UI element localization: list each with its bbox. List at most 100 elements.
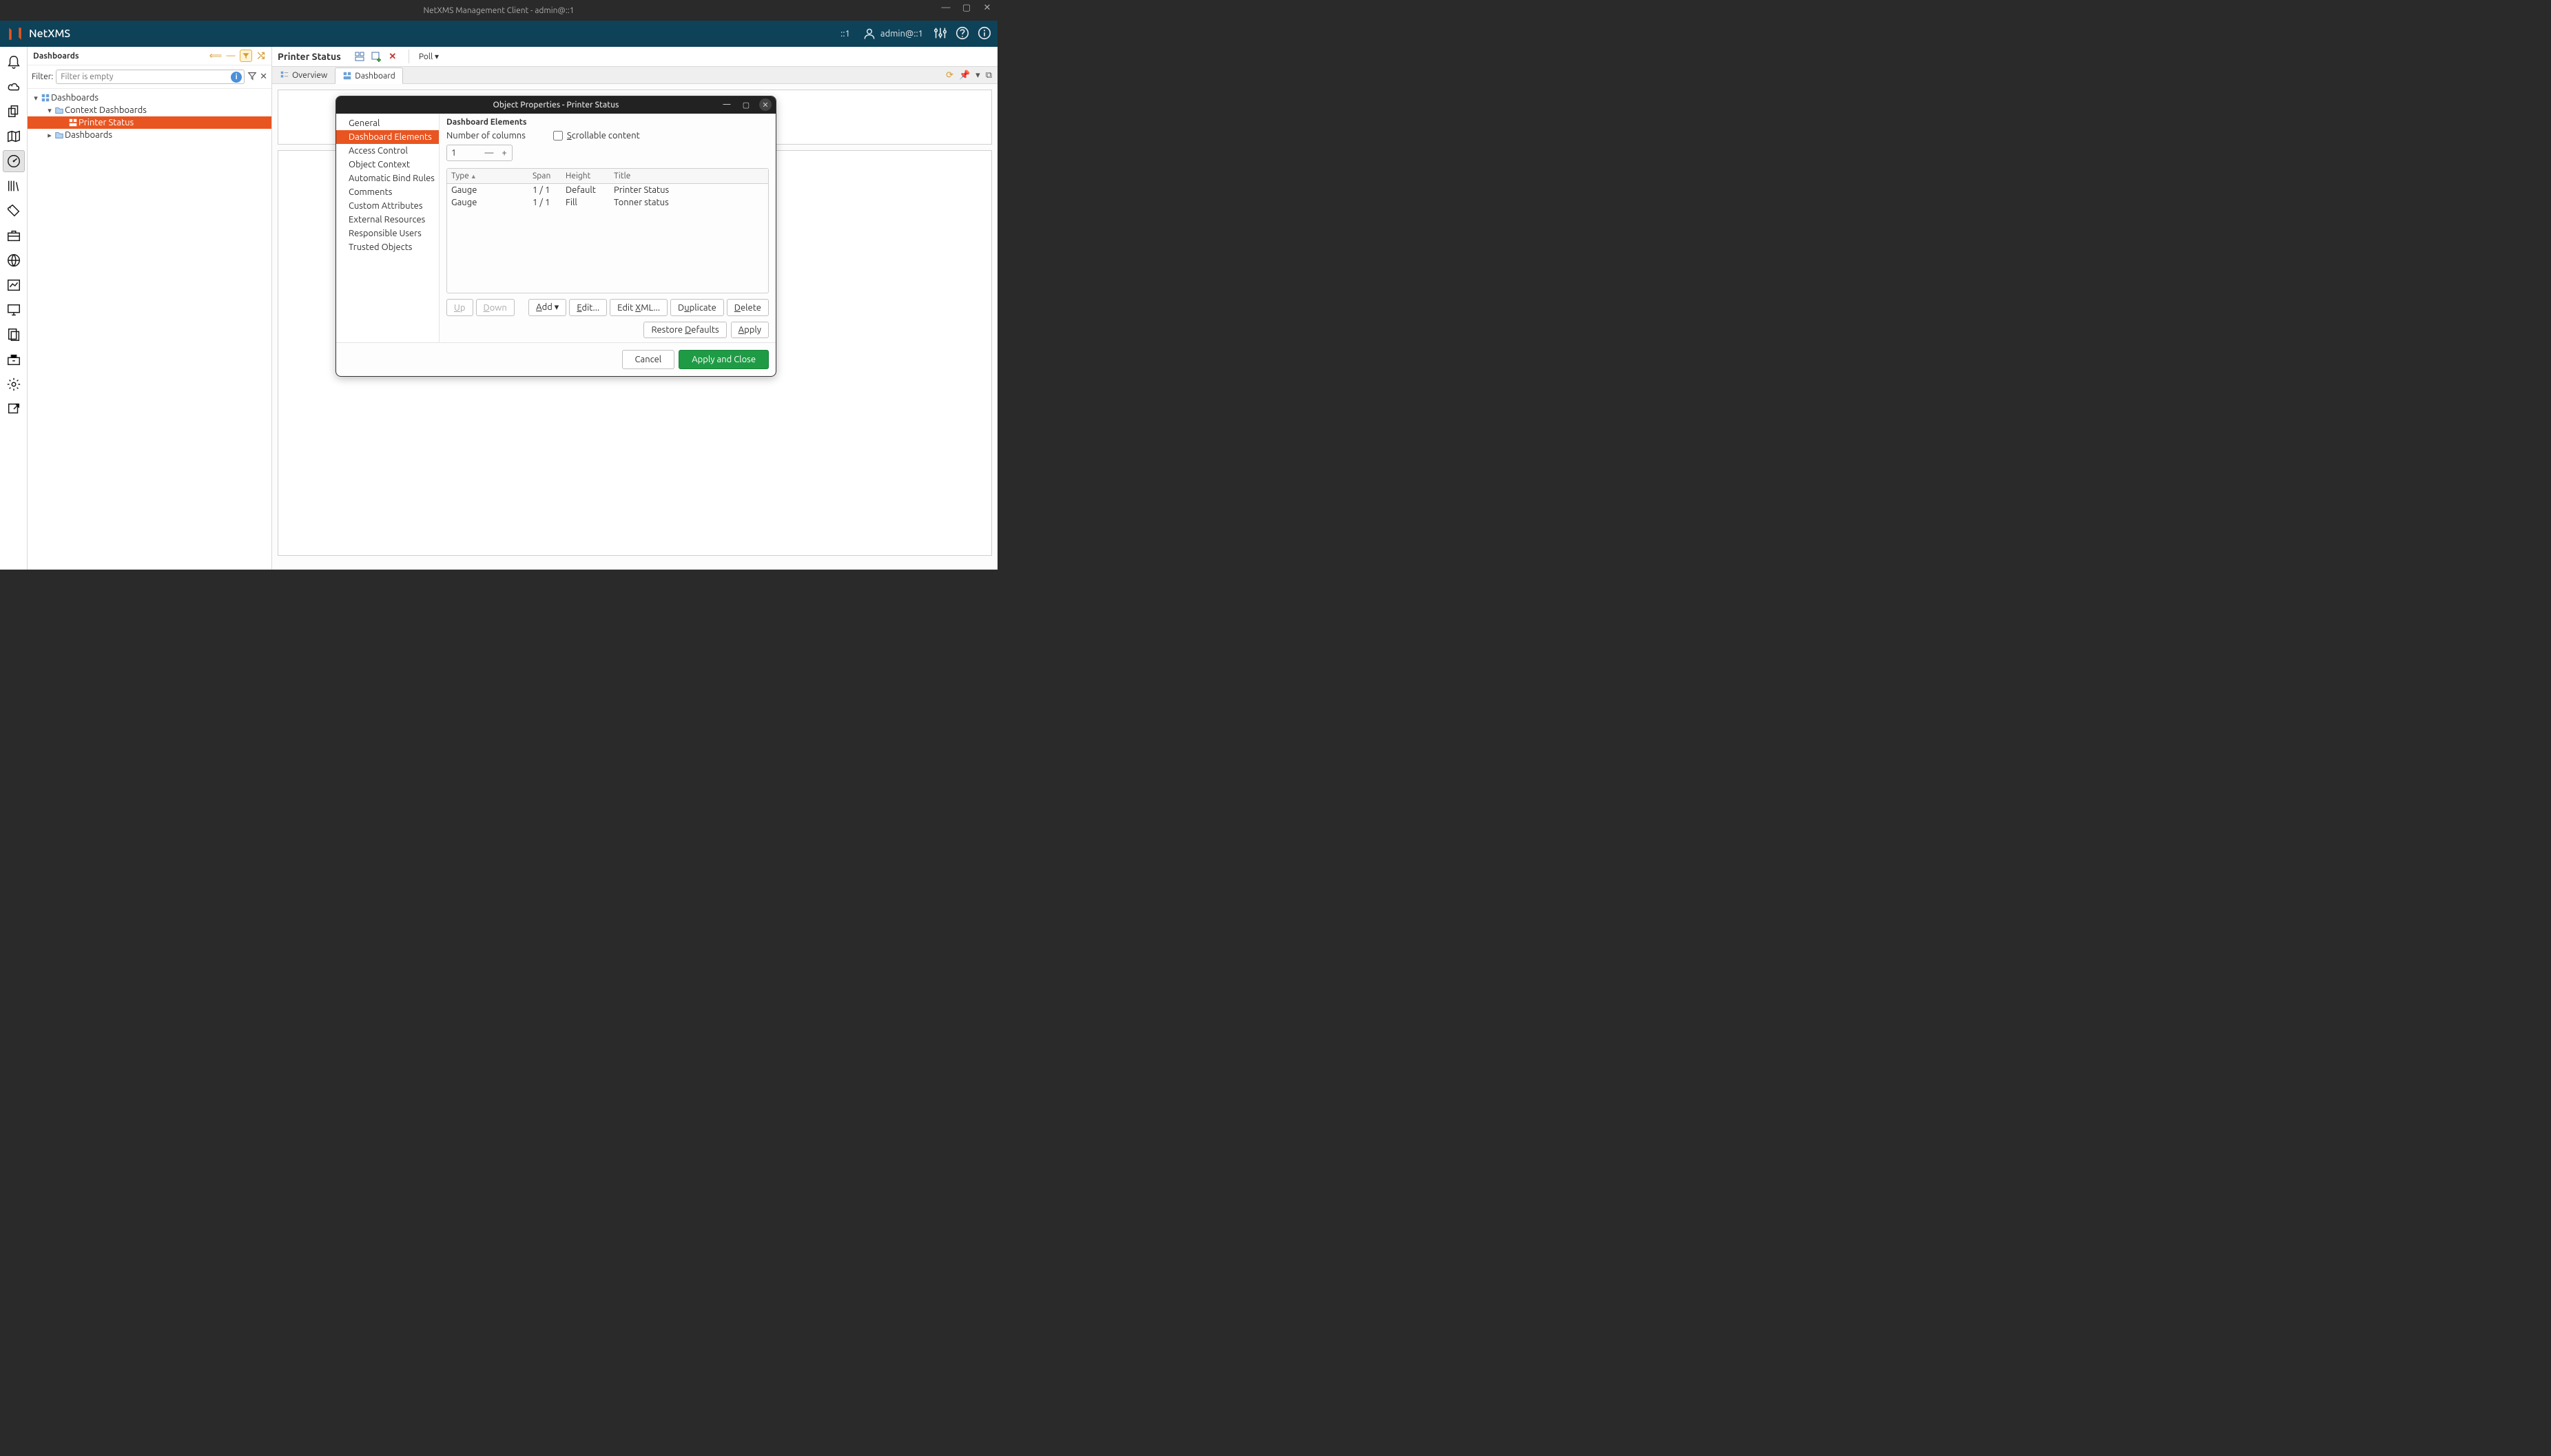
filter-label: Filter: bbox=[32, 72, 53, 81]
tree-row-root[interactable]: ▾ Dashboards bbox=[28, 92, 271, 104]
dialog-maximize-button[interactable]: ▢ bbox=[740, 98, 752, 111]
popout-tab-icon[interactable]: ⧉ bbox=[986, 70, 992, 81]
tab-dashboard-label: Dashboard bbox=[355, 72, 395, 81]
table-row[interactable]: Gauge1 / 1FillTonner status bbox=[447, 196, 768, 209]
delete-button[interactable]: Delete bbox=[727, 299, 769, 316]
tree-row-printer-status[interactable]: Printer Status bbox=[28, 116, 271, 129]
cancel-button[interactable]: Cancel bbox=[622, 350, 675, 369]
down-button[interactable]: Down bbox=[476, 299, 515, 316]
help-icon[interactable] bbox=[955, 25, 970, 43]
properties-nav-item[interactable]: Comments bbox=[336, 185, 439, 199]
globe-icon bbox=[6, 253, 21, 268]
maximize-button[interactable]: ▢ bbox=[960, 3, 973, 13]
nav-tools[interactable] bbox=[3, 349, 25, 371]
link-icon[interactable]: ⤭ bbox=[255, 50, 267, 62]
spinner-up[interactable]: + bbox=[497, 148, 512, 158]
briefcase-icon bbox=[6, 228, 21, 243]
elements-table: Type▲ Span Height Title Gauge1 / 1Defaul… bbox=[446, 168, 769, 293]
poll-menu[interactable]: Poll ▾ bbox=[419, 52, 439, 61]
tree: ▾ Dashboards ▾ Context Dashboards Printe… bbox=[28, 89, 271, 144]
tab-overview-label: Overview bbox=[292, 71, 327, 80]
nav-log[interactable] bbox=[3, 324, 25, 346]
scrollable-checkbox-wrap[interactable]: Scrollable content bbox=[553, 131, 640, 141]
properties-nav-item[interactable]: Object Context bbox=[336, 158, 439, 171]
col-title[interactable]: Title bbox=[610, 169, 768, 183]
dialog-minimize-button[interactable]: — bbox=[721, 98, 733, 111]
duplicate-button[interactable]: Duplicate bbox=[670, 299, 724, 316]
properties-nav-item[interactable]: Responsible Users bbox=[336, 227, 439, 240]
nav-maps[interactable] bbox=[3, 125, 25, 147]
nav-assets[interactable] bbox=[3, 101, 25, 123]
spinner-down[interactable]: — bbox=[482, 148, 497, 158]
up-button[interactable]: Up bbox=[446, 299, 473, 316]
object-properties-dialog: Object Properties - Printer Status — ▢ ✕… bbox=[335, 96, 776, 377]
nav-monitor[interactable] bbox=[3, 299, 25, 321]
nav-graphs[interactable] bbox=[3, 175, 25, 197]
tags-icon bbox=[6, 203, 21, 218]
server-label[interactable]: ::1 bbox=[840, 29, 850, 39]
col-span[interactable]: Span bbox=[528, 169, 561, 183]
restore-defaults-button[interactable]: Restore Defaults bbox=[643, 322, 726, 338]
filter-clear-icon[interactable]: ✕ bbox=[260, 72, 267, 82]
bell-icon bbox=[6, 54, 21, 70]
info-icon[interactable] bbox=[977, 25, 992, 43]
nav-alarms[interactable] bbox=[3, 51, 25, 73]
filter-toggle-icon[interactable] bbox=[240, 50, 252, 62]
dashboards-panel: Dashboards ⟸ — ⤭ Filter: i ✕ ▾ Dashboard… bbox=[28, 47, 272, 570]
nav-pinboard[interactable] bbox=[3, 398, 25, 420]
apply-close-button[interactable]: Apply and Close bbox=[679, 350, 769, 369]
tree-row-context[interactable]: ▾ Context Dashboards bbox=[28, 104, 271, 116]
tree-row-dashboards[interactable]: ▸ Dashboards bbox=[28, 129, 271, 141]
preferences-icon[interactable] bbox=[933, 25, 948, 43]
scrollable-checkbox[interactable] bbox=[553, 131, 563, 141]
nav-reporting[interactable] bbox=[3, 274, 25, 296]
edit-xml-button[interactable]: Edit XML... bbox=[610, 299, 668, 316]
apply-button[interactable]: Apply bbox=[731, 322, 769, 338]
tab-overview[interactable]: Overview bbox=[272, 67, 335, 83]
app-name: NetXMS bbox=[29, 28, 70, 40]
toolbox-icon bbox=[6, 352, 21, 367]
refresh-icon[interactable]: ⟳ bbox=[946, 70, 953, 81]
properties-nav-item[interactable]: Custom Attributes bbox=[336, 199, 439, 213]
properties-nav-item[interactable]: External Resources bbox=[336, 213, 439, 227]
add-element-icon[interactable] bbox=[370, 50, 382, 63]
properties-nav-item[interactable]: Dashboard Elements bbox=[336, 130, 439, 144]
os-titlebar: NetXMS Management Client - admin@::1 — ▢… bbox=[0, 0, 998, 21]
user-menu[interactable]: admin@::1 bbox=[863, 27, 923, 41]
panel-title: Dashboards bbox=[33, 52, 209, 61]
nav-dashboards[interactable] bbox=[3, 150, 25, 172]
properties-nav-item[interactable]: Trusted Objects bbox=[336, 240, 439, 254]
nav-network[interactable] bbox=[3, 76, 25, 98]
col-height[interactable]: Height bbox=[561, 169, 610, 183]
properties-nav-item[interactable]: Automatic Bind Rules bbox=[336, 171, 439, 185]
delete-element-icon[interactable]: ✕ bbox=[386, 50, 399, 63]
pin-icon[interactable]: 📌 bbox=[959, 70, 970, 81]
properties-nav-item[interactable]: Access Control bbox=[336, 144, 439, 158]
num-columns-value: 1 bbox=[447, 148, 482, 158]
content-title: Dashboard Elements bbox=[446, 118, 769, 127]
app-logo: NetXMS bbox=[6, 24, 70, 43]
forward-icon[interactable]: — bbox=[225, 50, 237, 62]
filter-enable-icon[interactable] bbox=[247, 71, 257, 83]
add-button[interactable]: Add ▾ bbox=[528, 299, 566, 316]
minimize-button[interactable]: — bbox=[940, 3, 952, 13]
col-type[interactable]: Type▲ bbox=[447, 169, 528, 183]
nav-config[interactable] bbox=[3, 373, 25, 395]
popout-icon bbox=[6, 402, 21, 417]
filter-info-icon[interactable]: i bbox=[231, 72, 242, 83]
dialog-close-button[interactable]: ✕ bbox=[759, 98, 772, 111]
nav-tags[interactable] bbox=[3, 200, 25, 222]
dashboard-icon bbox=[342, 71, 352, 81]
close-button[interactable]: ✕ bbox=[981, 3, 993, 13]
nav-world[interactable] bbox=[3, 249, 25, 271]
properties-nav-item[interactable]: General bbox=[336, 116, 439, 130]
back-icon[interactable]: ⟸ bbox=[209, 50, 222, 62]
view-layout-icon[interactable] bbox=[353, 50, 366, 63]
chevron-down-icon[interactable]: ▾ bbox=[975, 70, 980, 81]
tab-dashboard[interactable]: Dashboard bbox=[335, 67, 402, 84]
filter-input[interactable] bbox=[56, 70, 245, 84]
table-row[interactable]: Gauge1 / 1DefaultPrinter Status bbox=[447, 184, 768, 196]
num-columns-spinner[interactable]: 1 — + bbox=[446, 145, 513, 161]
nav-business[interactable] bbox=[3, 225, 25, 247]
edit-button[interactable]: Edit... bbox=[569, 299, 607, 316]
